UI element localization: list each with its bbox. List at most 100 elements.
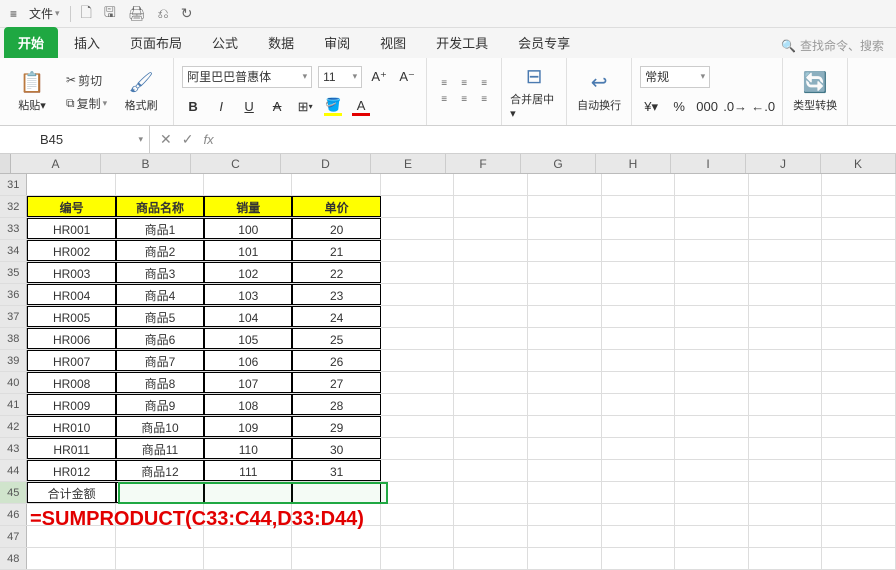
font-size-select[interactable]: 11 <box>318 66 362 88</box>
cell[interactable] <box>602 394 676 415</box>
cell[interactable]: 111 <box>204 460 292 481</box>
cell[interactable] <box>602 548 676 569</box>
border-button[interactable]: ⊞▾ <box>294 96 316 118</box>
type-convert-button[interactable]: 🔄 类型转换 <box>791 70 839 113</box>
cell[interactable]: 20 <box>292 218 380 239</box>
cell[interactable]: 26 <box>292 350 380 371</box>
strike-button[interactable]: A <box>266 96 288 118</box>
cell[interactable]: 24 <box>292 306 380 327</box>
cell[interactable]: 21 <box>292 240 380 261</box>
cell[interactable] <box>528 416 602 437</box>
save-icon[interactable]: 🖫 <box>100 0 120 28</box>
file-menu[interactable]: 文件▾ <box>25 3 64 24</box>
cell[interactable]: 商品12 <box>116 460 204 481</box>
cell[interactable] <box>381 438 455 459</box>
cell[interactable] <box>292 174 380 195</box>
cell[interactable] <box>602 504 676 525</box>
cell[interactable]: HR008 <box>27 372 115 393</box>
cell[interactable] <box>602 284 676 305</box>
cell[interactable]: 商品10 <box>116 416 204 437</box>
cell[interactable] <box>381 394 455 415</box>
cell[interactable]: 108 <box>204 394 292 415</box>
menu-icon[interactable]: ≡ <box>6 5 21 23</box>
cell[interactable] <box>749 174 823 195</box>
row-header[interactable]: 46 <box>0 504 27 525</box>
cell[interactable]: 30 <box>292 438 380 459</box>
cell[interactable] <box>822 482 896 503</box>
comma-button[interactable]: 000 <box>696 96 718 118</box>
row-header[interactable]: 45 <box>0 482 27 503</box>
cell[interactable]: HR010 <box>27 416 115 437</box>
row-header[interactable]: 34 <box>0 240 27 261</box>
row-header[interactable]: 32 <box>0 196 27 217</box>
row-header[interactable]: 39 <box>0 350 27 371</box>
cell[interactable] <box>822 218 896 239</box>
tab-formula[interactable]: 公式 <box>198 27 252 58</box>
cell[interactable] <box>381 328 455 349</box>
bold-button[interactable]: B <box>182 96 204 118</box>
select-all-corner[interactable] <box>0 154 11 173</box>
row-header[interactable]: 47 <box>0 526 27 547</box>
cell[interactable] <box>528 174 602 195</box>
col-header-F[interactable]: F <box>446 154 521 173</box>
format-painter-button[interactable]: 🖌 格式刷 <box>117 70 165 113</box>
cell[interactable] <box>675 372 749 393</box>
cell[interactable]: 商品7 <box>116 350 204 371</box>
cell[interactable] <box>528 438 602 459</box>
cell[interactable] <box>749 460 823 481</box>
cell[interactable] <box>381 196 455 217</box>
cell[interactable]: 22 <box>292 262 380 283</box>
cell[interactable] <box>675 218 749 239</box>
cell[interactable] <box>454 482 528 503</box>
cell[interactable]: 27 <box>292 372 380 393</box>
cell[interactable] <box>454 372 528 393</box>
cell[interactable]: 商品11 <box>116 438 204 459</box>
cell[interactable] <box>381 482 455 503</box>
cell[interactable] <box>116 482 204 503</box>
cell[interactable]: 105 <box>204 328 292 349</box>
cell[interactable] <box>602 196 676 217</box>
cell[interactable] <box>822 350 896 371</box>
cell[interactable] <box>381 240 455 261</box>
col-header-G[interactable]: G <box>521 154 596 173</box>
cell[interactable]: HR002 <box>27 240 115 261</box>
cell[interactable]: HR007 <box>27 350 115 371</box>
col-header-I[interactable]: I <box>671 154 746 173</box>
cell[interactable] <box>381 372 455 393</box>
cell[interactable]: HR012 <box>27 460 115 481</box>
row-header[interactable]: 40 <box>0 372 27 393</box>
row-header[interactable]: 38 <box>0 328 27 349</box>
cell[interactable] <box>454 240 528 261</box>
cell[interactable] <box>292 482 380 503</box>
cell[interactable] <box>381 174 455 195</box>
cell[interactable]: 100 <box>204 218 292 239</box>
name-box[interactable]: B45 <box>0 126 150 153</box>
cell[interactable]: 101 <box>204 240 292 261</box>
cell[interactable]: 31 <box>292 460 380 481</box>
cell[interactable]: HR011 <box>27 438 115 459</box>
cell[interactable] <box>822 460 896 481</box>
cell[interactable] <box>528 526 602 547</box>
cell[interactable] <box>675 548 749 569</box>
cell[interactable] <box>675 526 749 547</box>
cell[interactable] <box>528 262 602 283</box>
cell[interactable] <box>749 350 823 371</box>
cell[interactable] <box>381 416 455 437</box>
cell[interactable] <box>675 196 749 217</box>
cell[interactable]: 商品5 <box>116 306 204 327</box>
underline-button[interactable]: U <box>238 96 260 118</box>
cell[interactable] <box>528 460 602 481</box>
col-header-H[interactable]: H <box>596 154 671 173</box>
cell[interactable] <box>822 416 896 437</box>
align-middle[interactable]: ≡ <box>455 77 473 91</box>
row-header[interactable]: 37 <box>0 306 27 327</box>
accept-formula-icon[interactable]: ✓ <box>182 131 194 148</box>
cell[interactable]: 110 <box>204 438 292 459</box>
cell[interactable] <box>749 262 823 283</box>
cell[interactable] <box>292 548 380 569</box>
cell[interactable] <box>454 306 528 327</box>
cell[interactable] <box>454 526 528 547</box>
cell[interactable]: 23 <box>292 284 380 305</box>
cell[interactable]: 商品8 <box>116 372 204 393</box>
tab-dev[interactable]: 开发工具 <box>422 27 502 58</box>
